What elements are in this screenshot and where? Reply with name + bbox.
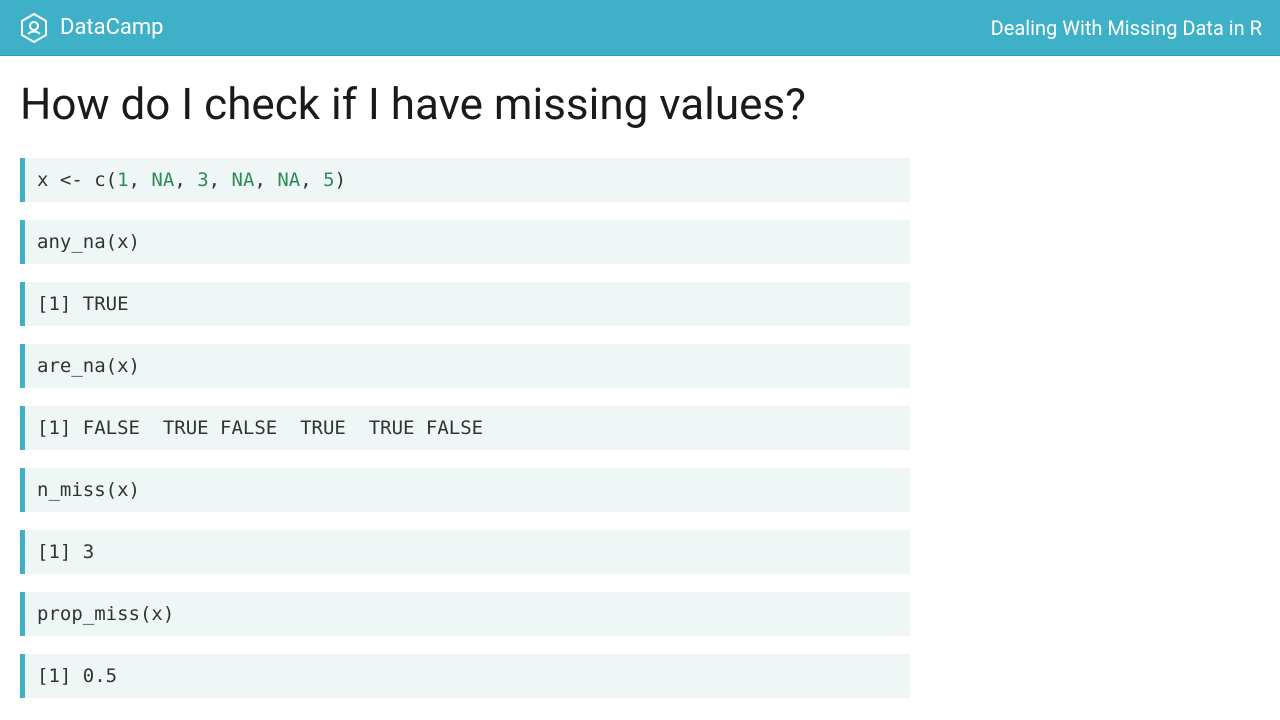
- header-bar: DataCamp Dealing With Missing Data in R: [0, 0, 1280, 56]
- output-block: [1] FALSE TRUE FALSE TRUE TRUE FALSE: [20, 406, 910, 450]
- brand: DataCamp: [18, 12, 164, 44]
- code-block: are_na(x): [20, 344, 910, 388]
- code-blocks-container: x <- c(1, NA, 3, NA, NA, 5) any_na(x) [1] …: [20, 158, 1260, 698]
- course-title: Dealing With Missing Data in R: [991, 16, 1262, 40]
- datacamp-logo-icon: [18, 12, 50, 44]
- slide-content: How do I check if I have missing values?…: [0, 56, 1280, 698]
- output-block: [1] 0.5: [20, 654, 910, 698]
- brand-text: DataCamp: [60, 15, 164, 40]
- code-block: x <- c(1, NA, 3, NA, NA, 5): [20, 158, 910, 202]
- code-block: prop_miss(x): [20, 592, 910, 636]
- slide-title: How do I check if I have missing values?: [20, 78, 1260, 130]
- output-block: [1] TRUE: [20, 282, 910, 326]
- code-block: any_na(x): [20, 220, 910, 264]
- output-block: [1] 3: [20, 530, 910, 574]
- code-block: n_miss(x): [20, 468, 910, 512]
